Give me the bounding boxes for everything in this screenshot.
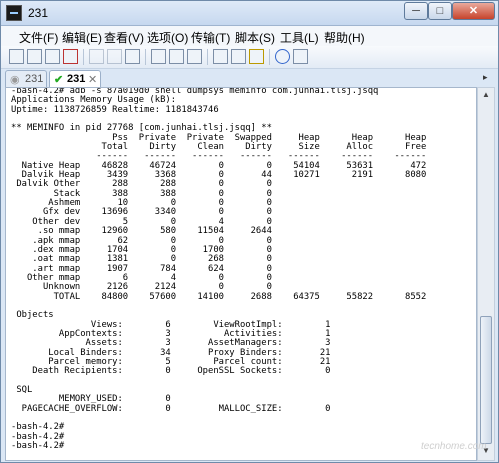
menu-bar: 文件(F) 编辑(E) 查看(V) 选项(O) 传输(T) 脚本(S) 工具(L… <box>1 26 498 46</box>
toolbar-separator <box>83 49 84 65</box>
keymap-icon[interactable] <box>231 49 246 64</box>
find-icon[interactable] <box>125 49 140 64</box>
screen-icon[interactable] <box>293 49 308 64</box>
title-bar[interactable]: 231 ─ □ ✕ <box>1 1 498 26</box>
menu-options[interactable]: 选项(O) <box>147 29 188 46</box>
tab-scroll-right-icon[interactable]: ▸ <box>483 72 488 83</box>
tab-close-icon[interactable]: ✕ <box>88 73 97 86</box>
session-tab-active[interactable]: ✔ 231 ✕ <box>49 70 101 87</box>
maximize-button[interactable]: □ <box>428 2 452 20</box>
toolbar-separator <box>269 49 270 65</box>
checkmark-icon: ✔ <box>54 74 64 86</box>
vertical-scrollbar[interactable]: ▲ ▼ <box>477 87 495 461</box>
app-window: 231 ─ □ ✕ 文件(F) 编辑(E) 查看(V) 选项(O) 传输(T) … <box>0 0 499 463</box>
menu-edit[interactable]: 编辑(E) <box>62 29 102 46</box>
terminal-app-icon <box>6 5 22 21</box>
open-session-icon[interactable] <box>27 49 42 64</box>
print-icon[interactable] <box>151 49 166 64</box>
menu-help[interactable]: 帮助(H) <box>324 29 365 46</box>
menu-script[interactable]: 脚本(S) <box>235 29 275 46</box>
paste-icon[interactable] <box>107 49 122 64</box>
toolbar-separator <box>145 49 146 65</box>
scroll-up-icon[interactable]: ▲ <box>479 88 493 102</box>
help-icon[interactable] <box>275 49 290 64</box>
terminal-output[interactable]: -bash-4.2# adb -s 87a019d0 shell dumpsys… <box>5 87 477 461</box>
lightbulb-icon[interactable] <box>249 49 264 64</box>
transfer-icon[interactable] <box>187 49 202 64</box>
menu-tools[interactable]: 工具(L) <box>280 29 319 46</box>
menu-transfer[interactable]: 传输(T) <box>191 29 230 46</box>
new-session-icon[interactable] <box>9 49 24 64</box>
minimize-button[interactable]: ─ <box>404 2 428 20</box>
watermark: tecnhome.com <box>421 441 487 452</box>
menu-view[interactable]: 查看(V) <box>104 29 144 46</box>
session-tab-bar: ◉ 231 ✔ 231 ✕ ▸ <box>1 69 498 87</box>
session-tab-label: 231 <box>67 73 86 85</box>
session-tab-label: 231 <box>25 73 44 85</box>
close-button[interactable]: ✕ <box>452 2 495 20</box>
window-title: 231 <box>28 6 49 20</box>
menu-file[interactable]: 文件(F) <box>19 29 58 46</box>
session-status-icon: ◉ <box>10 74 20 86</box>
toolbar <box>1 46 498 69</box>
sftp-icon[interactable] <box>169 49 184 64</box>
terminal-text: -bash-4.2# adb -s 87a019d0 shell dumpsys… <box>11 87 427 452</box>
reconnect-icon[interactable] <box>63 49 78 64</box>
scroll-thumb[interactable] <box>480 316 492 444</box>
disconnect-icon[interactable] <box>45 49 60 64</box>
toolbar-separator <box>207 49 208 65</box>
options-icon[interactable] <box>213 49 228 64</box>
session-tab[interactable]: ◉ 231 <box>5 70 47 87</box>
copy-icon[interactable] <box>89 49 104 64</box>
